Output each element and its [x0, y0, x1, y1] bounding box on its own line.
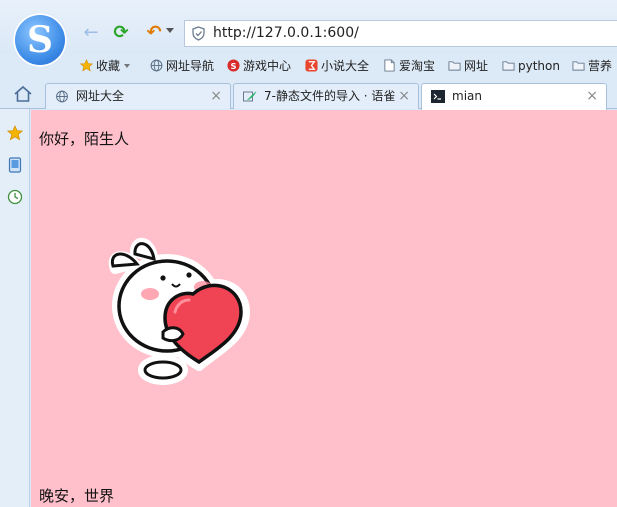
url-text[interactable]: http://127.0.0.1:600/ — [213, 25, 359, 41]
game-icon: S — [227, 59, 240, 72]
bookmark-folder-nutrition[interactable]: 营养 — [572, 58, 612, 76]
folder-icon — [502, 61, 515, 71]
bookmarks-bar: 收藏 网址导航 S 游戏中心 小说大全 爱淘宝 网址 python 营养 — [0, 54, 617, 78]
folder-icon — [448, 61, 461, 71]
undo-icon[interactable]: ↶ — [143, 22, 165, 44]
bookmark-site-nav[interactable]: 网址导航 — [150, 58, 214, 76]
feather-doc-icon — [243, 91, 257, 102]
browser-toolbar: S ← ⟳ ↶ http://127.0.0.1:600/ — [0, 0, 617, 67]
bookmark-taobao[interactable]: 爱淘宝 — [383, 58, 435, 76]
terminal-icon — [431, 90, 445, 103]
sidebar — [0, 109, 30, 507]
book-icon — [305, 59, 318, 72]
tab-site-directory[interactable]: 网址大全 × — [45, 83, 231, 109]
history-clock-icon[interactable] — [7, 189, 23, 205]
tab-static-files-yuque[interactable]: 7-静态文件的导入 · 语雀 × — [233, 83, 419, 109]
tab-label: 7-静态文件的导入 · 语雀 — [264, 89, 396, 103]
bookmark-novels[interactable]: 小说大全 — [305, 58, 369, 76]
refresh-icon[interactable]: ⟳ — [110, 22, 132, 44]
tab-label: 网址大全 — [76, 89, 125, 103]
svg-text:S: S — [230, 61, 236, 71]
close-icon[interactable]: × — [210, 84, 222, 108]
tab-bar: 网址大全 × 7-静态文件的导入 · 语雀 × mian × — [0, 80, 617, 110]
folder-icon — [572, 61, 585, 71]
greeting-text: 你好，陌生人 — [39, 130, 130, 148]
browser-logo-icon[interactable]: S — [13, 13, 67, 67]
star-icon[interactable] — [7, 125, 23, 141]
page-icon — [384, 59, 395, 72]
globe-icon — [150, 59, 163, 72]
shield-icon — [192, 26, 205, 41]
close-icon[interactable]: × — [586, 84, 598, 108]
farewell-text: 晚安，世界 — [39, 487, 115, 505]
new-tab-button[interactable] — [606, 85, 617, 107]
address-bar[interactable]: http://127.0.0.1:600/ — [184, 20, 617, 47]
tablet-icon[interactable] — [7, 157, 23, 173]
bookmark-game-center[interactable]: S 游戏中心 — [227, 58, 291, 76]
home-icon[interactable] — [13, 85, 33, 103]
bookmark-favorites[interactable]: 收藏 — [80, 58, 131, 76]
tab-label: mian — [452, 89, 482, 103]
close-icon[interactable]: × — [398, 84, 410, 108]
star-icon — [80, 59, 93, 72]
chevron-down-icon[interactable] — [124, 64, 131, 68]
page-content: 你好，陌生人 晚安，世界 — [31, 110, 617, 507]
tab-mian[interactable]: mian × — [421, 83, 607, 110]
bookmark-folder-python[interactable]: python — [502, 58, 560, 76]
globe-icon — [56, 90, 68, 103]
back-arrow-icon[interactable]: ← — [80, 22, 102, 44]
undo-dropdown-caret-icon[interactable] — [166, 28, 174, 33]
bookmark-folder-sites[interactable]: 网址 — [448, 58, 488, 76]
bunny-heart-sticker-image — [108, 238, 250, 385]
